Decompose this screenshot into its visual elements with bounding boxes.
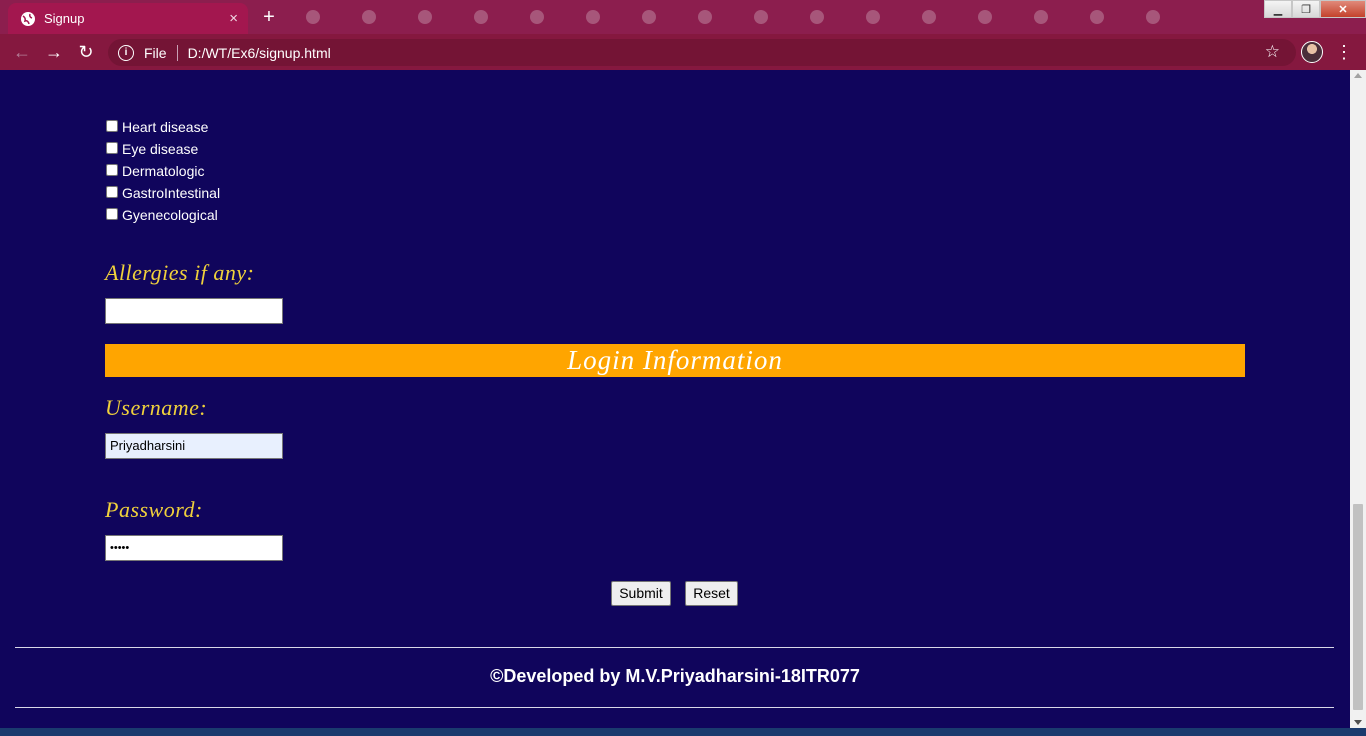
minimize-icon[interactable]: ▁ <box>1264 0 1292 18</box>
reload-icon[interactable]: ↻ <box>73 40 99 64</box>
window-controls: ▁ ❐ ✕ <box>1264 0 1366 20</box>
background-tab[interactable] <box>1136 5 1192 29</box>
scroll-up-icon[interactable] <box>1354 73 1362 78</box>
checkbox-label: Eye disease <box>122 141 199 157</box>
kebab-menu-icon[interactable]: ⋮ <box>1334 40 1354 64</box>
divider <box>176 44 178 61</box>
allergies-label: Allergies if any: <box>105 260 255 285</box>
background-tab[interactable] <box>856 5 912 29</box>
checkbox[interactable] <box>106 142 118 154</box>
reset-button[interactable]: Reset <box>685 581 738 606</box>
footer-credit: ©Developed by M.V.Priyadharsini-18ITR077 <box>490 666 860 686</box>
scroll-thumb[interactable] <box>1353 504 1363 710</box>
page-content: Heart disease Eye disease Dermatologic G… <box>0 70 1350 728</box>
checkbox-row[interactable]: Eye disease <box>105 138 220 160</box>
browser-toolbar: ← → ↻ i File D:/WT/Ex6/signup.html ☆ ⋮ <box>0 34 1366 70</box>
background-tab[interactable] <box>352 5 408 29</box>
back-arrow-icon[interactable]: ← <box>9 40 35 64</box>
forward-arrow-icon[interactable]: → <box>41 40 67 64</box>
login-section-header: Login Information <box>105 344 1245 377</box>
password-label: Password: <box>105 497 203 522</box>
close-window-icon[interactable]: ✕ <box>1320 0 1366 18</box>
os-taskbar <box>0 728 1366 736</box>
checkbox-row[interactable]: Heart disease <box>105 116 220 138</box>
checkbox-row[interactable]: Gyenecological <box>105 204 220 226</box>
globe-icon <box>21 11 35 26</box>
restore-icon[interactable]: ❐ <box>1292 0 1320 18</box>
background-tab[interactable] <box>1080 5 1136 29</box>
tab-close-icon[interactable]: × <box>229 10 238 27</box>
file-label: File <box>144 44 167 61</box>
submit-button[interactable]: Submit <box>611 581 671 606</box>
checkbox-label: GastroIntestinal <box>122 185 221 201</box>
checkbox-row[interactable]: GastroIntestinal <box>105 182 220 204</box>
checkbox-row[interactable]: Dermatologic <box>105 160 220 182</box>
address-bar[interactable]: i File D:/WT/Ex6/signup.html ☆ <box>108 39 1296 66</box>
checkbox-label: Dermatologic <box>122 163 205 179</box>
scroll-down-icon[interactable] <box>1354 720 1362 725</box>
background-tab[interactable] <box>744 5 800 29</box>
background-tab[interactable] <box>912 5 968 29</box>
tab-strip: Signup × + ▁ ❐ ✕ <box>0 0 1366 34</box>
background-tab[interactable] <box>464 5 520 29</box>
background-tab[interactable] <box>968 5 1024 29</box>
background-tab[interactable] <box>520 5 576 29</box>
background-tab[interactable] <box>1024 5 1080 29</box>
background-tab[interactable] <box>632 5 688 29</box>
background-tab[interactable] <box>296 5 352 29</box>
background-tab[interactable] <box>688 5 744 29</box>
background-tab[interactable] <box>800 5 856 29</box>
new-tab-icon[interactable]: + <box>256 5 282 29</box>
url-text[interactable]: D:/WT/Ex6/signup.html <box>188 45 331 61</box>
background-tab[interactable] <box>408 5 464 29</box>
background-tabs <box>296 5 1192 29</box>
disease-checkbox-list: Heart disease Eye disease Dermatologic G… <box>105 116 220 226</box>
username-label: Username: <box>105 395 208 420</box>
checkbox[interactable] <box>106 208 118 220</box>
checkbox[interactable] <box>106 120 118 132</box>
password-input[interactable]: ••••• <box>105 535 283 561</box>
footer-top-rule <box>15 647 1334 648</box>
checkbox[interactable] <box>106 164 118 176</box>
allergies-input[interactable] <box>105 298 283 324</box>
checkbox-label: Gyenecological <box>122 207 218 223</box>
tab-signup[interactable]: Signup × <box>8 3 248 34</box>
profile-avatar[interactable] <box>1301 41 1323 63</box>
checkbox[interactable] <box>106 186 118 198</box>
footer-bottom-rule <box>15 707 1334 708</box>
tab-title: Signup <box>44 11 85 26</box>
bookmark-star-icon[interactable]: ☆ <box>1265 42 1280 62</box>
username-input[interactable]: Priyadharsini <box>105 433 283 459</box>
background-tab[interactable] <box>576 5 632 29</box>
checkbox-label: Heart disease <box>122 119 209 135</box>
info-icon[interactable]: i <box>118 44 134 61</box>
vertical-scrollbar[interactable] <box>1350 70 1366 728</box>
